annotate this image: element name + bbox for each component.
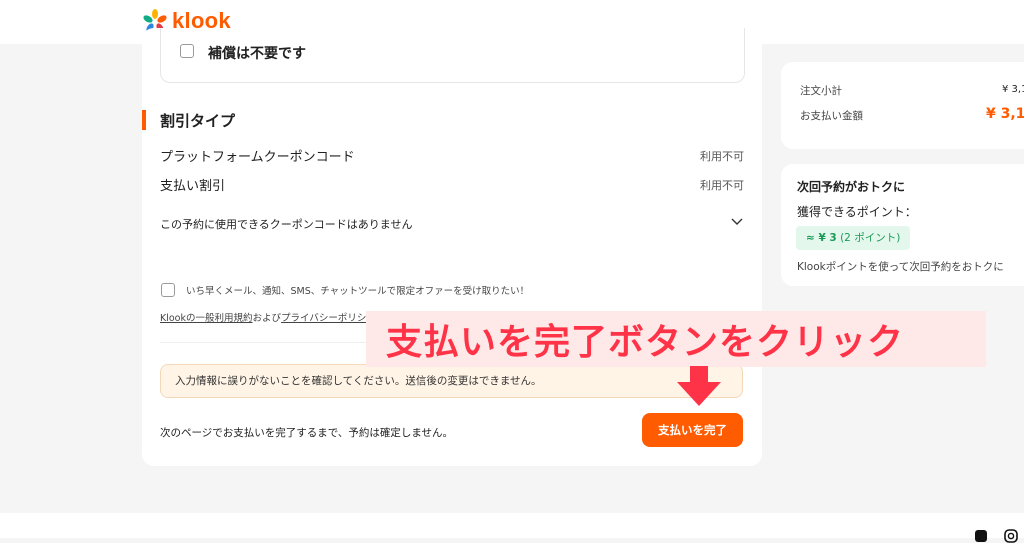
platform-coupon-label: プラットフォームクーポンコード <box>160 150 355 165</box>
booking-note: 次のページでお支払いを完了するまで、予約は確定しません。 <box>160 427 454 439</box>
platform-coupon-status: 利用不可 <box>700 150 744 163</box>
chevron-down-icon[interactable] <box>731 216 743 226</box>
coupon-dropdown-text[interactable]: この予約に使用できるクーポンコードはありません <box>160 216 412 232</box>
points-badge: ≈ ¥ 3 (2 ポイント) <box>796 226 911 250</box>
payment-discount-label: 支払い割引 <box>160 179 226 194</box>
subtotal-value: ¥ 3,1 <box>1002 84 1024 95</box>
total-value: ¥ 3,13 <box>986 106 1024 122</box>
newsletter-checkbox[interactable] <box>161 283 175 297</box>
discount-section-title: 割引タイプ <box>160 112 236 130</box>
payment-discount-status: 利用不可 <box>700 179 744 192</box>
arrow-down-icon <box>677 366 721 406</box>
no-insurance-checkbox[interactable] <box>180 44 194 58</box>
footer-band <box>0 513 1024 538</box>
rewards-title: 次回予約がおトクに <box>797 180 906 194</box>
section-accent-bar <box>142 110 146 130</box>
points-amount: ≈ ¥ 3 <box>806 232 837 244</box>
instagram-icon[interactable] <box>1004 529 1018 543</box>
privacy-policy-link[interactable]: プライバシーポリシー <box>281 313 376 324</box>
terms-text: Klookの一般利用規約およびプライバシーポリシー <box>160 310 376 324</box>
tiktok-icon[interactable] <box>974 529 988 543</box>
subtotal-label: 注文小計 <box>800 85 842 97</box>
points-earned-label: 獲得できるポイント： <box>797 205 917 219</box>
terms-link[interactable]: Klookの一般利用規約 <box>160 313 253 324</box>
total-label: お支払い金額 <box>800 110 863 122</box>
annotation-text: 支払いを完了ボタンをクリック <box>386 322 905 363</box>
no-insurance-label: 補償は不要です <box>208 46 306 62</box>
rewards-note: Klookポイントを使って次回予約をおトクに <box>797 261 1004 273</box>
newsletter-label: いち早くメール、通知、SMS、チャットツールで限定オファーを受け取りたい！ <box>186 286 530 297</box>
terms-and: および <box>252 313 282 324</box>
complete-payment-button[interactable]: 支払いを完了 <box>642 413 743 447</box>
confirmation-notice: 入力情報に誤りがないことを確認してください。送信後の変更はできません。 <box>160 364 743 398</box>
points-count: (2 ポイント) <box>840 232 901 244</box>
checkout-card <box>142 28 762 466</box>
